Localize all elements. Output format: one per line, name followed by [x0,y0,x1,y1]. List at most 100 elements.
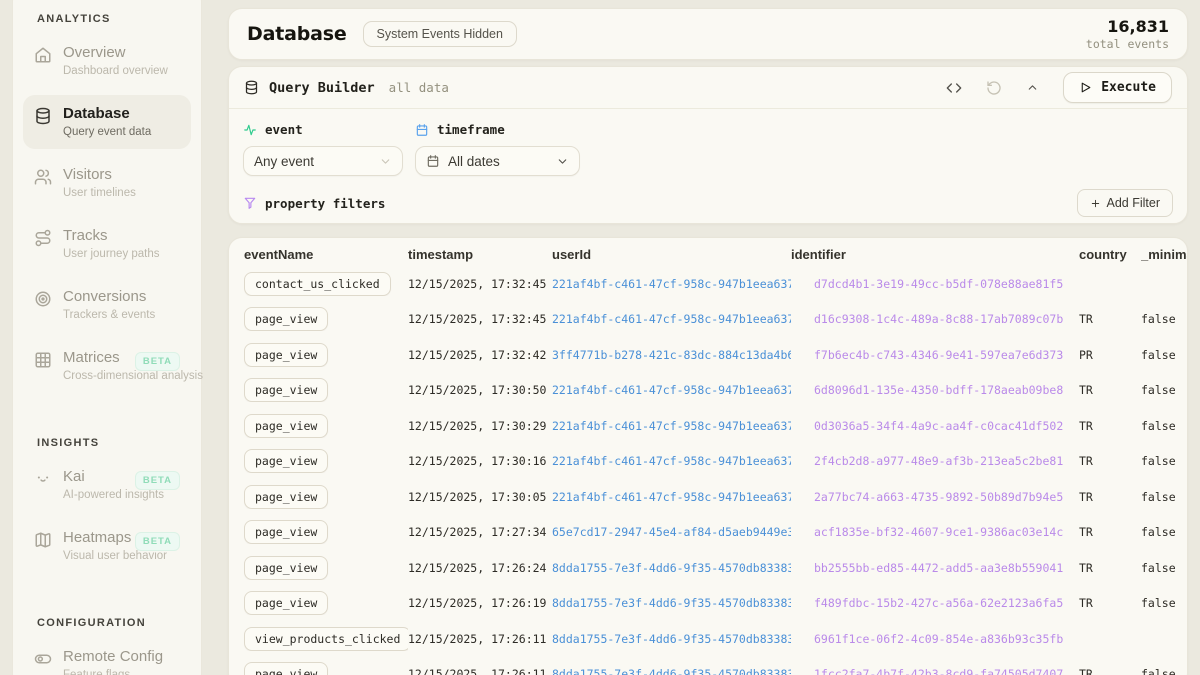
country-cell: TR [1079,667,1093,675]
sidebar-item-subtitle: Feature flags [63,669,131,675]
identifier-cell[interactable]: bb2555bb-ed85-4472-add5-aa3e8b559041 [791,560,1079,575]
user-id-link[interactable]: 8dda1755-7e3f-4dd6-9f35-4570db833832 [552,632,791,646]
event-select-value: Any event [254,153,315,169]
identifier-cell[interactable]: 0d3036a5-34f4-4a9c-aa4f-c0cac41df502 [791,418,1079,433]
timestamp-cell: 12/15/2025, 17:30:16 [408,454,547,469]
identifier-cell[interactable]: d7dcd4b1-3e19-49cc-b5df-078e88ae81f5 [791,276,1079,291]
sidebar-section-configuration: CONFIGURATION Remote Config Feature flag… [13,607,201,675]
page-title: Database [247,23,347,45]
home-icon [34,46,52,64]
sidebar-section-items: Kai AI-powered insights BETA Heatmaps Vi… [13,458,201,573]
timestamp-cell: 12/15/2025, 17:26:11 [408,631,547,646]
user-id-link[interactable]: 221af4bf-c461-47cf-958c-947b1eea6371 [552,419,791,433]
timestamp-cell: 12/15/2025, 17:26:19 [408,596,547,611]
identifier-value: 2a77bc74-a663-4735-9892-50b89d7b94e5 [814,489,1064,504]
country-cell: TR [1079,525,1093,540]
identifier-cell[interactable]: acf1835e-bf32-4607-9ce1-9386ac03e14c [791,525,1079,540]
timestamp-cell: 12/15/2025, 17:30:05 [408,489,547,504]
sidebar-section-items: Overview Dashboard overview Database Que… [13,34,203,393]
event-name-badge: page_view [244,413,329,438]
chevron-down-icon [556,155,569,168]
identifier-cell[interactable]: 6d8096d1-135e-4350-bdff-178aeab09be8 [791,383,1079,398]
timestamp-cell: 12/15/2025, 17:32:45 [408,276,547,291]
code-icon[interactable] [946,80,962,96]
sidebar-section-label: INSIGHTS [37,437,100,449]
sidebar-item-title: Kai [63,468,85,485]
property-filters-label: property filters [243,196,385,211]
identifier-cell[interactable]: 1fcc2fa7-4b7f-42b3-8cd9-fa74505d7407 [791,667,1079,675]
sidebar-item-overview[interactable]: Overview Dashboard overview [23,34,191,88]
user-id-link[interactable]: 8dda1755-7e3f-4dd6-9f35-4570db833832 [552,561,791,575]
sidebar-item-subtitle: Visual user behavior [63,550,167,562]
fingerprint-icon [791,525,806,540]
identifier-cell[interactable]: f489fdbc-15b2-427c-a56a-62e2123a6fa5 [791,596,1079,611]
sidebar-item-subtitle: AI-powered insights [63,489,164,501]
execute-button[interactable]: Execute [1063,72,1172,103]
sidebar-item-title: Visitors [63,166,112,183]
sidebar-item-kai[interactable]: Kai AI-powered insights BETA [23,458,191,512]
sidebar-item-tracks[interactable]: Tracks User journey paths [23,217,191,271]
identifier-cell[interactable]: f7b6ec4b-c743-4346-9e41-597ea7e6d373 [791,347,1079,362]
user-id-link[interactable]: 65e7cd17-2947-45e4-af84-d5aeb9449e3a [552,525,791,539]
minimal-cell: false [1141,525,1176,540]
event-field-label: event [243,122,403,137]
sidebar-item-title: Heatmaps [63,529,132,546]
sidebar-item-title: Overview [63,44,126,61]
event-field: event Any event [243,122,403,176]
system-events-hidden-badge[interactable]: System Events Hidden [362,21,517,47]
timeframe-select-value: All dates [448,153,500,169]
fingerprint-icon [791,454,806,469]
country-cell: TR [1079,418,1093,433]
sidebar-item-matrices[interactable]: Matrices Cross-dimensional analysis BETA [23,339,203,393]
identifier-cell[interactable]: d16c9308-1c4c-489a-8c88-17ab7089c07b [791,312,1079,327]
identifier-value: 0d3036a5-34f4-4a9c-aa4f-c0cac41df502 [814,418,1064,433]
chevron-down-icon [379,155,392,168]
user-id-link[interactable]: 221af4bf-c461-47cf-958c-947b1eea6371 [552,277,791,291]
user-id-link[interactable]: 221af4bf-c461-47cf-958c-947b1eea6371 [552,312,791,326]
identifier-cell[interactable]: 6961f1ce-06f2-4c09-854e-a836b93c35fb [791,631,1079,646]
identifier-value: d7dcd4b1-3e19-49cc-b5df-078e88ae81f5 [814,276,1064,291]
user-id-link[interactable]: 8dda1755-7e3f-4dd6-9f35-4570db833832 [552,667,791,675]
sidebar-section-label: ANALYTICS [37,13,111,25]
beta-badge: BETA [134,352,180,371]
reset-icon[interactable] [986,80,1002,96]
user-id-link[interactable]: 3ff4771b-b278-421c-83dc-884c13da4b60 [552,348,791,362]
user-id-link[interactable]: 221af4bf-c461-47cf-958c-947b1eea6371 [552,490,791,504]
sidebar-item-title: Matrices [63,349,120,366]
sidebar-item-visitors[interactable]: Visitors User timelines [23,156,191,210]
map-icon [34,531,52,549]
identifier-cell[interactable]: 2f4cb2d8-a977-48e9-af3b-213ea5c2be81 [791,454,1079,469]
total-events-count: 16,831 [1107,17,1169,36]
sidebar-item-conversions[interactable]: Conversions Trackers & events [23,278,191,332]
collapse-icon[interactable] [1026,81,1039,94]
event-name-badge: contact_us_clicked [244,271,391,296]
column-header-userid: userId [552,247,592,262]
add-filter-button[interactable]: Add Filter [1076,189,1173,217]
sidebar-item-title: Remote Config [63,648,164,665]
timeframe-select[interactable]: All dates [415,146,580,176]
calendar-icon [415,123,429,137]
user-id-link[interactable]: 221af4bf-c461-47cf-958c-947b1eea6371 [552,454,791,468]
minimal-cell: false [1141,312,1176,327]
user-id-link[interactable]: 221af4bf-c461-47cf-958c-947b1eea6371 [552,383,791,397]
identifier-cell[interactable]: 2a77bc74-a663-4735-9892-50b89d7b94e5 [791,489,1079,504]
sidebar-item-remote-config[interactable]: Remote Config Feature flags [23,638,191,675]
country-cell: TR [1079,454,1093,469]
event-name-badge: page_view [244,342,329,367]
user-id-link[interactable]: 8dda1755-7e3f-4dd6-9f35-4570db833832 [552,596,791,610]
identifier-value: d16c9308-1c4c-489a-8c88-17ab7089c07b [814,312,1064,327]
sidebar-item-heatmaps[interactable]: Heatmaps Visual user behavior BETA [23,519,191,573]
total-events: 16,831 total events [1086,17,1169,51]
sidebar-item-title: Conversions [63,288,147,305]
database-icon [34,107,52,125]
play-icon [1079,81,1092,94]
country-cell: TR [1079,312,1093,327]
event-select[interactable]: Any event [243,146,403,176]
table-row: page_view 12/15/2025, 17:30:29 221af4bf-… [229,408,1187,444]
table-row: page_view 12/15/2025, 17:30:50 221af4bf-… [229,373,1187,409]
fingerprint-icon [791,631,806,646]
sidebar-item-title: Database [63,105,130,122]
sidebar-item-database[interactable]: Database Query event data [23,95,191,149]
sidebar-item-subtitle: Dashboard overview [63,65,168,77]
minimal-cell: false [1141,383,1176,398]
